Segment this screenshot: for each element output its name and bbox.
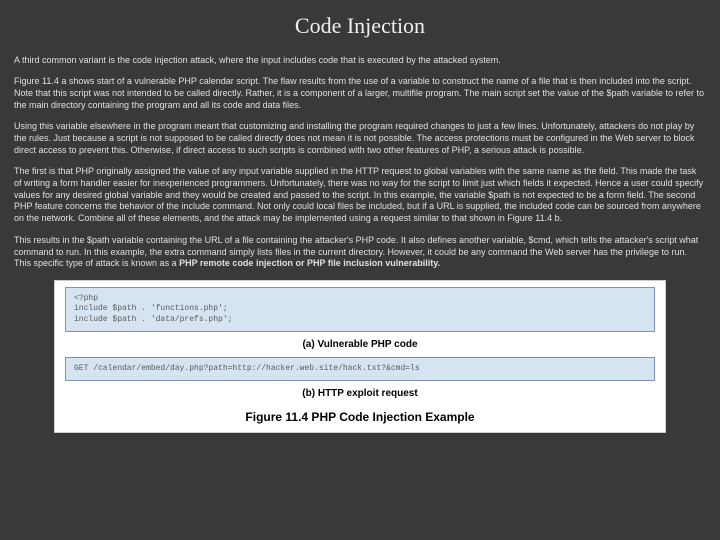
- paragraph-figure-a: Figure 11.4 a shows start of a vulnerabl…: [14, 76, 706, 111]
- code-block-b: GET /calendar/embed/day.php?path=http://…: [65, 357, 655, 381]
- caption-b: (b) HTTP exploit request: [55, 387, 665, 400]
- figure-11-4: <?php include $path . 'functions.php'; i…: [54, 280, 666, 433]
- paragraph-result: This results in the $path variable conta…: [14, 235, 706, 270]
- page-title: Code Injection: [14, 12, 706, 41]
- paragraph-intro: A third common variant is the code injec…: [14, 55, 706, 67]
- paragraph-variable-use: Using this variable elsewhere in the pro…: [14, 121, 706, 156]
- caption-a: (a) Vulnerable PHP code: [55, 338, 665, 351]
- vulnerability-name: PHP remote code injection or PHP file in…: [179, 258, 440, 268]
- figure-title: Figure 11.4 PHP Code Injection Example: [55, 406, 665, 432]
- code-block-a: <?php include $path . 'functions.php'; i…: [65, 287, 655, 332]
- paragraph-php-features: The first is that PHP originally assigne…: [14, 166, 706, 224]
